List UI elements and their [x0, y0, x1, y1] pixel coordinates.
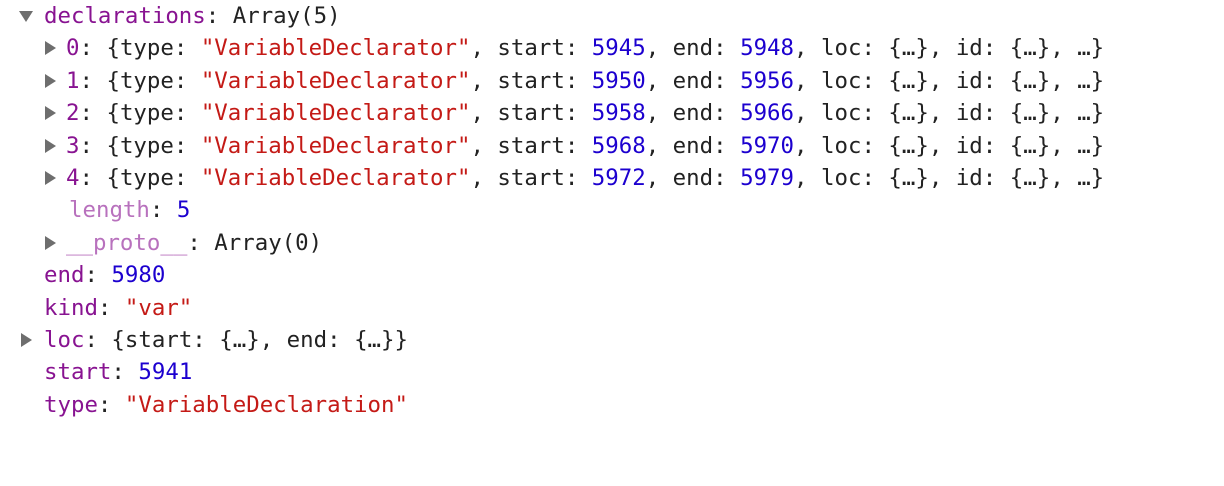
loc-entry: loc: {start: {…}, end: {…}} — [44, 326, 408, 353]
item-type-value: "VariableDeclarator" — [200, 67, 471, 94]
end-entry: end: 5980 — [44, 262, 166, 289]
proto-value: Array(0) — [214, 229, 323, 256]
item-type-value: "VariableDeclarator" — [200, 164, 471, 191]
array-item-row[interactable]: 0: {type: "VariableDeclarator", start: 5… — [0, 32, 1224, 64]
length-entry: length: 5 — [69, 197, 191, 224]
type-value: "VariableDeclaration" — [124, 391, 408, 418]
start-row: start: 5941 — [0, 356, 1224, 388]
expand-arrow-right-icon[interactable] — [45, 138, 56, 153]
loc-row[interactable]: loc: {start: {…}, end: {…}} — [0, 324, 1224, 356]
item-index: 3 — [66, 132, 80, 159]
declarations-row[interactable]: declarations: Array(5) — [0, 0, 1224, 32]
item-start-value: 5972 — [591, 164, 646, 191]
expand-arrow-right-icon[interactable] — [45, 235, 56, 250]
item-start-value: 5950 — [591, 67, 646, 94]
array-item-row[interactable]: 3: {type: "VariableDeclarator", start: 5… — [0, 130, 1224, 162]
array-item-row[interactable]: 4: {type: "VariableDeclarator", start: 5… — [0, 162, 1224, 194]
kind-row: kind: "var" — [0, 292, 1224, 324]
array-item-entry: 4: {type: "VariableDeclarator", start: 5… — [66, 164, 1105, 191]
array-item-entry: 1: {type: "VariableDeclarator", start: 5… — [66, 67, 1105, 94]
expand-arrow-right-icon[interactable] — [45, 41, 56, 56]
item-end-value: 5970 — [740, 132, 795, 159]
console-object-tree: declarations: Array(5) 0: {type: "Variab… — [0, 0, 1224, 421]
array-item-entry: 0: {type: "VariableDeclarator", start: 5… — [66, 35, 1105, 62]
length-key: length — [69, 197, 150, 224]
expand-arrow-right-icon[interactable] — [45, 170, 56, 185]
kind-value: "var" — [124, 294, 193, 321]
start-value: 5941 — [138, 359, 193, 386]
loc-summary: {start: {…}, end: {…}} — [111, 326, 408, 353]
array-item-row[interactable]: 1: {type: "VariableDeclarator", start: 5… — [0, 65, 1224, 97]
item-end-value: 5966 — [740, 100, 795, 127]
start-key: start — [44, 359, 112, 386]
proto-entry: __proto__: Array(0) — [66, 229, 323, 256]
declarations-entry: declarations: Array(5) — [44, 3, 341, 29]
item-index: 4 — [66, 164, 80, 191]
type-entry: type: "VariableDeclaration" — [44, 391, 408, 418]
item-start-value: 5968 — [591, 132, 646, 159]
property-key: declarations — [44, 3, 206, 29]
kind-key: kind — [44, 294, 98, 321]
expand-arrow-right-icon[interactable] — [45, 73, 56, 88]
proto-row[interactable]: __proto__: Array(0) — [0, 227, 1224, 259]
item-end-value: 5948 — [740, 35, 795, 62]
item-index: 1 — [66, 67, 80, 94]
item-start-value: 5958 — [591, 100, 646, 127]
end-row: end: 5980 — [0, 259, 1224, 291]
item-start-value: 5945 — [591, 35, 646, 62]
kind-entry: kind: "var" — [44, 294, 193, 321]
item-type-value: "VariableDeclarator" — [200, 132, 471, 159]
array-item-entry: 3: {type: "VariableDeclarator", start: 5… — [66, 132, 1105, 159]
type-key: type — [44, 391, 98, 418]
expand-arrow-right-icon[interactable] — [21, 332, 32, 347]
array-item-row[interactable]: 2: {type: "VariableDeclarator", start: 5… — [0, 97, 1224, 129]
item-type-value: "VariableDeclarator" — [200, 100, 471, 127]
end-key: end — [44, 262, 85, 289]
proto-key: __proto__ — [66, 229, 188, 256]
expand-arrow-right-icon[interactable] — [45, 106, 56, 121]
item-end-value: 5956 — [740, 67, 795, 94]
property-summary: Array(5) — [232, 3, 341, 29]
array-item-entry: 2: {type: "VariableDeclarator", start: 5… — [66, 100, 1105, 127]
length-row: length: 5 — [0, 194, 1224, 226]
length-value: 5 — [176, 197, 191, 224]
item-type-value: "VariableDeclarator" — [200, 35, 471, 62]
loc-key: loc — [44, 326, 85, 353]
item-end-value: 5979 — [740, 164, 795, 191]
item-index: 0 — [66, 35, 80, 62]
expand-arrow-down-icon[interactable] — [19, 11, 33, 22]
item-index: 2 — [66, 100, 80, 127]
start-entry: start: 5941 — [44, 359, 193, 386]
type-row: type: "VariableDeclaration" — [0, 389, 1224, 421]
end-value: 5980 — [111, 262, 166, 289]
